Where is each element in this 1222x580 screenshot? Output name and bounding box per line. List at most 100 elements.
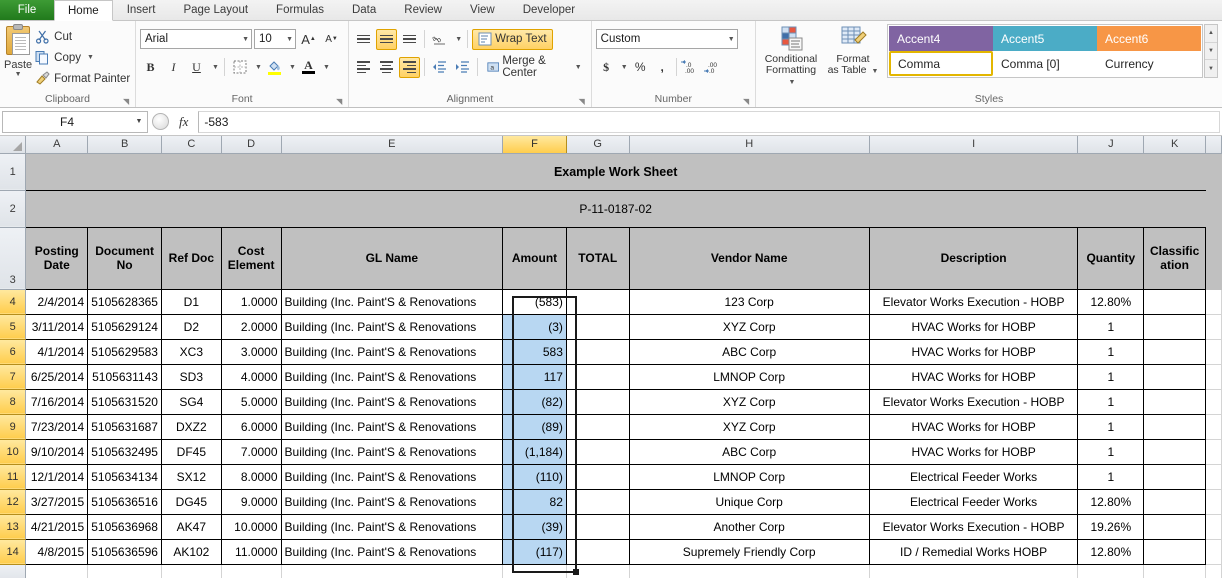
- cell-b13-document-no[interactable]: 5105636968: [87, 513, 162, 540]
- cell-e13-gl-name[interactable]: Building (Inc. Paint'S & Renovations: [280, 513, 504, 540]
- cell-c10-ref-doc[interactable]: DF45: [160, 438, 222, 465]
- cell-d7-cost-element[interactable]: 4.0000: [220, 363, 282, 390]
- cell-e10-gl-name[interactable]: Building (Inc. Paint'S & Renovations: [280, 438, 504, 465]
- decrease-indent-button[interactable]: [429, 57, 450, 78]
- decrease-decimal-button[interactable]: .00.0: [703, 57, 725, 78]
- align-center-button[interactable]: [376, 57, 397, 78]
- cell-g5-total[interactable]: [565, 313, 630, 340]
- underline-button[interactable]: U: [186, 57, 207, 78]
- cell-e15[interactable]: [281, 564, 504, 578]
- cell-g8-total[interactable]: [565, 388, 630, 415]
- cell-d9-cost-element[interactable]: 6.0000: [220, 413, 282, 440]
- cell-h10-vendor-name[interactable]: ABC Corp: [628, 438, 870, 465]
- cell-b5-document-no[interactable]: 5105629124: [87, 313, 162, 340]
- cell-j5-quantity[interactable]: 1: [1077, 313, 1145, 340]
- cell-k6-classification[interactable]: [1143, 338, 1207, 365]
- cell-h15[interactable]: [629, 564, 870, 578]
- table-row[interactable]: 10 9/10/2014 5105632495 DF45 7.0000 Buil…: [0, 438, 1222, 465]
- cell-d13-cost-element[interactable]: 10.0000: [220, 513, 282, 540]
- row-header-9[interactable]: 9: [0, 414, 27, 440]
- italic-button[interactable]: I: [163, 57, 184, 78]
- cell-e4-gl-name[interactable]: Building (Inc. Paint'S & Renovations: [280, 288, 504, 315]
- table-row[interactable]: 11 12/1/2014 5105634134 SX12 8.0000 Buil…: [0, 463, 1222, 490]
- name-box-caret-icon[interactable]: ▼: [131, 118, 147, 125]
- cell-j14-quantity[interactable]: 12.80%: [1077, 538, 1145, 565]
- font-size-combo[interactable]: 10 ▼: [254, 29, 296, 49]
- cell-f12-amount[interactable]: 82: [502, 488, 567, 515]
- cell-b15[interactable]: [87, 564, 162, 578]
- cell-g7-total[interactable]: [565, 363, 630, 390]
- format-as-table-button[interactable]: Format as Table ▼: [822, 24, 884, 77]
- cell-e5-gl-name[interactable]: Building (Inc. Paint'S & Renovations: [280, 313, 504, 340]
- column-header-K[interactable]: K: [1143, 136, 1207, 154]
- borders-button[interactable]: [229, 57, 250, 78]
- format-as-table-caret-icon[interactable]: ▼: [871, 68, 878, 75]
- font-color-caret-icon[interactable]: ▼: [320, 57, 331, 78]
- table-row[interactable]: 7 6/25/2014 5105631143 SD3 4.0000 Buildi…: [0, 363, 1222, 390]
- cell-c15[interactable]: [161, 564, 222, 578]
- column-header-A[interactable]: A: [25, 136, 89, 154]
- cell-d5-cost-element[interactable]: 2.0000: [220, 313, 282, 340]
- cell-a14-posting-date[interactable]: 4/8/2015: [25, 538, 89, 565]
- merge-center-button[interactable]: a Merge & Center ▼: [482, 55, 587, 79]
- grow-font-button[interactable]: A ▲: [298, 29, 319, 50]
- tab-review[interactable]: Review: [390, 0, 456, 20]
- cell-g9-total[interactable]: [565, 413, 630, 440]
- cell-j10-quantity[interactable]: 1: [1077, 438, 1145, 465]
- cell-a5-posting-date[interactable]: 3/11/2014: [25, 313, 89, 340]
- row-header-14[interactable]: 14: [0, 539, 27, 565]
- copy-button[interactable]: Copy ▼: [32, 47, 133, 68]
- styles-scroll-up-icon[interactable]: ▲: [1204, 25, 1217, 43]
- column-header-I[interactable]: I: [869, 136, 1079, 154]
- cell-c5-ref-doc[interactable]: D2: [160, 313, 222, 340]
- cell-d14-cost-element[interactable]: 11.0000: [220, 538, 282, 565]
- font-color-button[interactable]: A: [299, 57, 318, 78]
- cell-c7-ref-doc[interactable]: SD3: [160, 363, 222, 390]
- tab-file[interactable]: File: [0, 0, 54, 20]
- table-row[interactable]: 13 4/21/2015 5105636968 AK47 10.0000 Bui…: [0, 513, 1222, 540]
- orientation-button[interactable]: ab: [429, 29, 450, 50]
- cell-f10-amount[interactable]: (1,184): [502, 438, 567, 465]
- cell-b11-document-no[interactable]: 5105634134: [87, 463, 162, 490]
- bold-button[interactable]: B: [140, 57, 161, 78]
- cell-c12-ref-doc[interactable]: DG45: [160, 488, 222, 515]
- cell-h14-vendor-name[interactable]: Supremely Friendly Corp: [628, 538, 870, 565]
- cell-k11-classification[interactable]: [1143, 463, 1207, 490]
- tab-data[interactable]: Data: [338, 0, 390, 20]
- cell-j11-quantity[interactable]: 1: [1077, 463, 1145, 490]
- cell-k9-classification[interactable]: [1143, 413, 1207, 440]
- column-header-E[interactable]: E: [281, 136, 504, 154]
- cell-f6-amount[interactable]: 583: [502, 338, 567, 365]
- cell-b6-document-no[interactable]: 5105629583: [87, 338, 162, 365]
- cell-a9-posting-date[interactable]: 7/23/2014: [25, 413, 89, 440]
- cell-i7-description[interactable]: HVAC Works for HOBP: [868, 363, 1079, 390]
- select-all-corner[interactable]: [0, 136, 27, 154]
- table-row[interactable]: 8 7/16/2014 5105631520 SG4 5.0000 Buildi…: [0, 388, 1222, 415]
- cell-d12-cost-element[interactable]: 9.0000: [220, 488, 282, 515]
- row-header-12[interactable]: 12: [0, 489, 27, 515]
- cell-a6-posting-date[interactable]: 4/1/2014: [25, 338, 89, 365]
- percent-format-button[interactable]: %: [630, 57, 651, 78]
- cell-e8-gl-name[interactable]: Building (Inc. Paint'S & Renovations: [280, 388, 504, 415]
- cell-h12-vendor-name[interactable]: Unique Corp: [628, 488, 870, 515]
- clipboard-dialog-launcher[interactable]: ◥: [123, 97, 132, 106]
- cell-g11-total[interactable]: [565, 463, 630, 490]
- cell-j4-quantity[interactable]: 12.80%: [1077, 288, 1145, 315]
- style-accent6[interactable]: Accent6: [1096, 26, 1201, 51]
- cell-e11-gl-name[interactable]: Building (Inc. Paint'S & Renovations: [280, 463, 504, 490]
- table-row[interactable]: 12 3/27/2015 5105636516 DG45 9.0000 Buil…: [0, 488, 1222, 515]
- cell-g14-total[interactable]: [565, 538, 630, 565]
- row-header-11[interactable]: 11: [0, 464, 27, 490]
- cell-f4-amount[interactable]: (583): [502, 288, 567, 315]
- shrink-font-button[interactable]: A ▼: [321, 29, 342, 50]
- style-accent5[interactable]: Accent5: [992, 26, 1097, 51]
- style-accent4[interactable]: Accent4: [888, 26, 993, 51]
- cell-b7-document-no[interactable]: 5105631143: [87, 363, 162, 390]
- cell-a4-posting-date[interactable]: 2/4/2014: [25, 288, 89, 315]
- cell-a13-posting-date[interactable]: 4/21/2015: [25, 513, 89, 540]
- align-top-button[interactable]: [353, 29, 374, 50]
- cell-c4-ref-doc[interactable]: D1: [160, 288, 222, 315]
- cell-g12-total[interactable]: [565, 488, 630, 515]
- cell-k4-classification[interactable]: [1143, 288, 1207, 315]
- spreadsheet-grid[interactable]: A B C D E F G H I J K 1 Example Work She…: [0, 136, 1222, 578]
